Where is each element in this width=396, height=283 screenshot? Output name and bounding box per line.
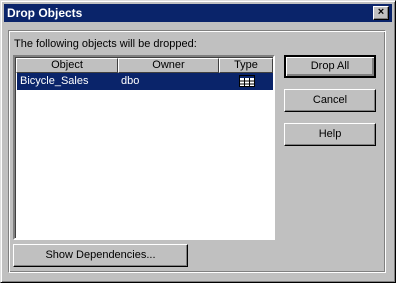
title-bar: Drop Objects × — [4, 4, 392, 22]
column-header-object[interactable]: Object — [16, 58, 118, 73]
owner-cell: dbo — [121, 75, 140, 87]
drop-all-button[interactable]: Drop All — [284, 55, 376, 78]
cancel-button[interactable]: Cancel — [284, 89, 376, 112]
table-icon — [239, 75, 255, 93]
column-header-owner[interactable]: Owner — [118, 58, 219, 73]
help-button[interactable]: Help — [284, 123, 376, 146]
object-cell: Bicycle_Sales — [20, 75, 89, 87]
table-row[interactable]: Bicycle_Sales dbo — [17, 73, 273, 90]
close-icon: × — [377, 6, 385, 18]
prompt-label: The following objects will be dropped: — [14, 38, 197, 50]
show-dependencies-button[interactable]: Show Dependencies... — [13, 244, 188, 267]
column-header-type[interactable]: Type — [219, 58, 273, 73]
dialog-title: Drop Objects — [7, 6, 83, 20]
close-button[interactable]: × — [373, 6, 389, 20]
objects-list[interactable]: Object Owner Type Bicycle_Sales dbo — [13, 55, 275, 240]
